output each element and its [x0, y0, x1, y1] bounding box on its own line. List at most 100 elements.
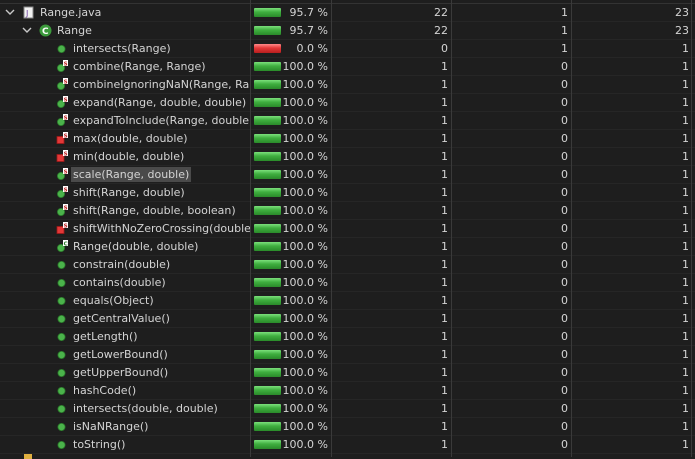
missed-count: 0 — [561, 294, 568, 307]
file-row[interactable]: J Range.java 95.7 % 22 1 23 — [0, 4, 695, 22]
total-count: 1 — [682, 294, 689, 307]
missed-count: 0 — [561, 240, 568, 253]
covered-count: 1 — [441, 204, 448, 217]
covered-count: 1 — [441, 312, 448, 325]
svg-text:S: S — [64, 187, 68, 193]
total-count: 1 — [682, 312, 689, 325]
coverage-bar — [254, 224, 281, 233]
method-name: intersects(Range) — [73, 42, 171, 55]
coverage-bar — [254, 152, 281, 161]
coverage-percent: 100.0 % — [282, 222, 328, 235]
method-name: equals(Object) — [73, 294, 154, 307]
method-name: Range(double, double) — [73, 240, 199, 253]
method-row[interactable]: Sexpand(Range, double, double) 100.0 % 1 0 1 — [0, 94, 695, 112]
chevron-down-icon[interactable] — [21, 24, 33, 36]
method-row[interactable]: Smax(double, double) 100.0 % 1 0 1 — [0, 130, 695, 148]
method-row[interactable]: SexpandToInclude(Range, double) 100.0 % 1 0… — [0, 112, 695, 130]
method-row[interactable]: C Range(double, double) 100.0 % 1 0 1 — [0, 238, 695, 256]
method-name: shift(Range, double) — [73, 186, 185, 199]
constructor-icon: C — [55, 240, 68, 253]
coverage-percent: 95.7 % — [289, 6, 328, 19]
file-name: Range.java — [40, 6, 102, 19]
coverage-percent: 95.7 % — [289, 24, 328, 37]
method-row[interactable]: intersects(double, double) 100.0 % 1 0 1 — [0, 400, 695, 418]
svg-text:S: S — [64, 97, 68, 103]
column-divider[interactable] — [691, 0, 692, 457]
method-row[interactable]: Sshift(Range, double) 100.0 % 1 0 1 — [0, 184, 695, 202]
coverage-percent: 100.0 % — [282, 132, 328, 145]
missed-count: 0 — [561, 312, 568, 325]
covered-count: 1 — [441, 402, 448, 415]
missed-count: 0 — [561, 150, 568, 163]
method-row[interactable]: constrain(double) 100.0 % 1 0 1 — [0, 256, 695, 274]
chevron-down-icon[interactable] — [4, 6, 16, 18]
missed-count: 0 — [561, 78, 568, 91]
coverage-bar — [254, 386, 281, 395]
method-row[interactable]: equals(Object) 100.0 % 1 0 1 — [0, 292, 695, 310]
missed-count: 0 — [561, 60, 568, 73]
method-row[interactable]: isNaNRange() 100.0 % 1 0 1 — [0, 418, 695, 436]
static-method-icon: S — [55, 168, 68, 181]
covered-count: 1 — [441, 384, 448, 397]
method-name: toString() — [73, 438, 126, 451]
method-row[interactable]: getLowerBound() 100.0 % 1 0 1 — [0, 346, 695, 364]
coverage-percent: 100.0 % — [282, 150, 328, 163]
coverage-bar — [254, 80, 281, 89]
class-name: Range — [57, 24, 92, 37]
column-divider[interactable] — [451, 0, 452, 457]
method-name: getLength() — [73, 330, 138, 343]
svg-text:S: S — [64, 223, 68, 229]
coverage-bar — [254, 440, 281, 449]
method-row[interactable]: getUpperBound() 100.0 % 1 0 1 — [0, 364, 695, 382]
covered-count: 1 — [441, 186, 448, 199]
method-name: min(double, double) — [73, 150, 185, 163]
coverage-bar — [254, 260, 281, 269]
covered-count: 1 — [441, 330, 448, 343]
method-row[interactable]: hashCode() 100.0 % 1 0 1 — [0, 382, 695, 400]
coverage-bar — [254, 242, 281, 251]
method-row[interactable]: getLength() 100.0 % 1 0 1 — [0, 328, 695, 346]
class-row[interactable]: C Range 95.7 % 22 1 23 — [0, 22, 695, 40]
total-count: 1 — [682, 132, 689, 145]
method-row[interactable]: Sscale(Range, double) 100.0 % 1 0 1 — [0, 166, 695, 184]
missed-count: 0 — [561, 384, 568, 397]
private-static-method-icon: S — [55, 222, 68, 235]
method-row[interactable]: ScombineIgnoringNaN(Range, Ran 100.0 % 1 0 1 — [0, 76, 695, 94]
covered-count: 1 — [441, 78, 448, 91]
method-row[interactable]: Scombine(Range, Range) 100.0 % 1 0 1 — [0, 58, 695, 76]
coverage-percent: 100.0 % — [282, 168, 328, 181]
coverage-percent: 100.0 % — [282, 240, 328, 253]
coverage-percent: 100.0 % — [282, 204, 328, 217]
method-row[interactable]: toString() 100.0 % 1 0 1 — [0, 436, 695, 454]
coverage-bar — [254, 206, 281, 215]
method-name: combine(Range, Range) — [73, 60, 206, 73]
method-row[interactable]: intersects(Range) 0.0 % 0 1 1 — [0, 40, 695, 58]
method-row[interactable]: Sshift(Range, double, boolean) 100.0 % 1 0 1 — [0, 202, 695, 220]
column-divider[interactable] — [250, 0, 251, 457]
total-count: 1 — [682, 348, 689, 361]
method-row[interactable]: SshiftWithNoZeroCrossing(double, 100.0 % 1… — [0, 220, 695, 238]
method-row[interactable]: getCentralValue() 100.0 % 1 0 1 — [0, 310, 695, 328]
coverage-percent: 100.0 % — [282, 294, 328, 307]
method-row[interactable]: contains(double) 100.0 % 1 0 1 — [0, 274, 695, 292]
total-count: 1 — [682, 114, 689, 127]
method-icon — [55, 330, 68, 343]
covered-count: 1 — [441, 132, 448, 145]
missed-count: 0 — [561, 276, 568, 289]
covered-count: 1 — [441, 96, 448, 109]
coverage-percent: 100.0 % — [282, 258, 328, 271]
method-icon — [55, 258, 68, 271]
method-row[interactable]: Smin(double, double) 100.0 % 1 0 1 — [0, 148, 695, 166]
coverage-bar — [254, 188, 281, 197]
total-count: 1 — [682, 240, 689, 253]
coverage-bar — [254, 332, 281, 341]
column-divider[interactable] — [331, 0, 332, 457]
missed-count: 0 — [561, 222, 568, 235]
covered-count: 0 — [441, 42, 448, 55]
coverage-bar — [254, 8, 281, 17]
coverage-bar — [254, 422, 281, 431]
missed-count: 0 — [561, 420, 568, 433]
coverage-percent: 100.0 % — [282, 402, 328, 415]
covered-count: 1 — [441, 240, 448, 253]
column-divider[interactable] — [571, 0, 572, 457]
